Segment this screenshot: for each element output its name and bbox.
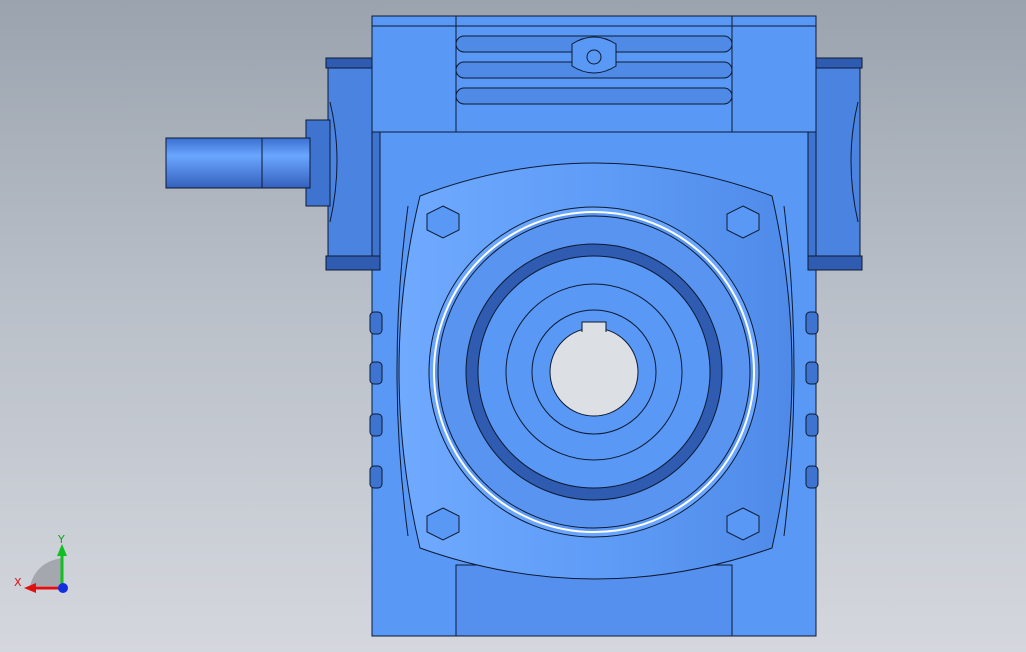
z-axis-dot xyxy=(58,583,68,593)
cad-viewport[interactable]: Y X xyxy=(0,0,1026,652)
output-hub[interactable] xyxy=(428,206,760,538)
keyway xyxy=(582,322,606,332)
output-bore xyxy=(549,327,639,417)
vent-plug xyxy=(586,49,602,65)
model-canvas[interactable]: Y X xyxy=(0,0,1026,652)
x-axis-label: X xyxy=(14,576,22,589)
axis-triad: Y X xyxy=(14,533,68,593)
top-housing xyxy=(371,15,817,133)
input-shaft[interactable] xyxy=(165,119,331,207)
gearbox-model[interactable] xyxy=(165,15,863,637)
y-axis-label: Y xyxy=(57,533,65,546)
